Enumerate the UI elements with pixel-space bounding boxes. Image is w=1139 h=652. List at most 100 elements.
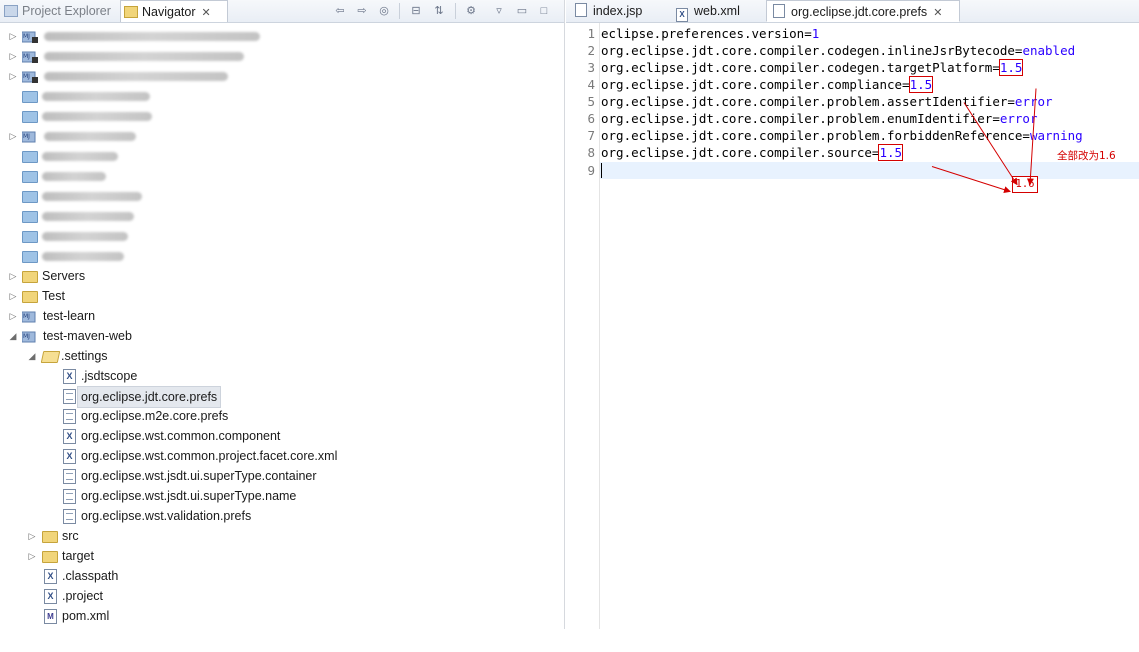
tab-project-explorer[interactable]: Project Explorer xyxy=(4,0,111,22)
tree-item-label: Servers xyxy=(42,269,86,283)
property-value: error xyxy=(999,111,1038,126)
property-key: org.eclipse.jdt.core.compiler.compliance… xyxy=(601,77,910,92)
xml-file-icon: X xyxy=(44,589,57,604)
tree-item-test[interactable]: ▷ Test xyxy=(8,286,308,306)
toolbar-divider xyxy=(399,3,400,19)
tree-item-file[interactable]: org.eclipse.wst.jsdt.ui.superType.name xyxy=(62,486,382,506)
minimize-icon[interactable]: ▭ xyxy=(514,4,530,18)
link-with-editor-icon[interactable]: ⇅ xyxy=(431,4,447,18)
tab-index-jsp[interactable]: index.jsp xyxy=(569,0,667,22)
tree-item-folder[interactable] xyxy=(8,106,308,126)
tree-item-file[interactable]: X org.eclipse.wst.common.project.facet.c… xyxy=(62,446,382,466)
property-key: org.eclipse.jdt.core.compiler.source= xyxy=(601,145,880,160)
view-menu-icon[interactable]: ▿ xyxy=(491,4,507,18)
tree-item-project[interactable]: ▷ MJ xyxy=(8,46,308,66)
view-tab-bar: Project Explorer Navigator ✕ ⇦ ⇨ ◎ ⊟ ⇅ ⚙ … xyxy=(0,0,564,23)
property-value: 1 xyxy=(811,26,820,41)
tree-item-test-maven-web[interactable]: ◢ MJ test-maven-web xyxy=(8,326,308,346)
tree-item-file[interactable]: X .classpath xyxy=(43,566,343,586)
chevron-right-icon[interactable]: ▷ xyxy=(8,266,18,286)
chevron-right-icon[interactable]: ▷ xyxy=(8,46,18,66)
back-icon[interactable]: ⇦ xyxy=(332,4,348,18)
highlighted-value: 1.5 xyxy=(908,76,934,93)
tree-item-file[interactable]: org.eclipse.wst.validation.prefs xyxy=(62,506,382,526)
tree-item-file[interactable]: X .project xyxy=(43,586,343,606)
code-line: org.eclipse.jdt.core.compiler.problem.fo… xyxy=(601,127,1083,144)
tree-item-file[interactable]: X org.eclipse.wst.common.component xyxy=(62,426,382,446)
tree-item-file[interactable]: org.eclipse.m2e.core.prefs xyxy=(62,406,362,426)
annotation-note: 全部改为1.6 xyxy=(1057,150,1116,162)
tree-item-target[interactable]: ▷ target xyxy=(27,546,327,566)
chevron-right-icon[interactable]: ▷ xyxy=(8,66,18,86)
chevron-right-icon[interactable]: ▷ xyxy=(8,126,18,146)
tree-item-label: org.eclipse.wst.validation.prefs xyxy=(81,509,252,523)
property-value: enabled xyxy=(1022,43,1076,58)
svg-text:MJ: MJ xyxy=(23,73,30,80)
blurred-label xyxy=(42,172,106,181)
tree-item-folder[interactable] xyxy=(8,206,308,226)
text-editor[interactable]: 1 2 3 4 5 6 7 8 9 eclipse.preferences.ve… xyxy=(566,23,1139,629)
tree-item-label: .classpath xyxy=(62,569,119,583)
tab-jdt-core-prefs[interactable]: org.eclipse.jdt.core.prefs ✕ xyxy=(766,0,960,22)
chevron-down-icon[interactable]: ◢ xyxy=(8,326,18,346)
tree-item-file[interactable]: M pom.xml xyxy=(43,606,343,626)
svg-text:MJ: MJ xyxy=(23,333,30,340)
text-file-icon xyxy=(63,509,76,524)
tab-navigator[interactable]: Navigator ✕ xyxy=(120,0,228,22)
chevron-right-icon[interactable]: ▷ xyxy=(8,286,18,306)
tree-item-project[interactable]: ▷ MJ xyxy=(8,26,308,46)
maximize-icon[interactable]: □ xyxy=(536,4,552,18)
tree-item-test-learn[interactable]: ▷ MJ test-learn xyxy=(8,306,308,326)
tab-web-xml[interactable]: Xweb.xml xyxy=(670,0,765,22)
tree-item-file[interactable]: X .jsdtscope xyxy=(62,366,362,386)
folder-icon xyxy=(22,291,38,303)
property-value: warning xyxy=(1029,128,1083,143)
tree-item-project[interactable]: ▷ MJ xyxy=(8,66,308,86)
go-up-icon[interactable]: ◎ xyxy=(376,4,392,18)
filters-icon[interactable]: ⚙ xyxy=(463,4,479,18)
tree-item-label: test-learn xyxy=(43,309,96,323)
tree-item-project[interactable]: ▷ MJ xyxy=(8,126,308,146)
java-project-icon: MJ xyxy=(21,129,38,143)
editor-panel: index.jsp Xweb.xml org.eclipse.jdt.core.… xyxy=(566,0,1139,629)
tree-item-label: .settings xyxy=(61,349,108,363)
line-number: 2 xyxy=(587,43,595,58)
chevron-down-icon[interactable]: ◢ xyxy=(27,346,37,366)
tab-label: org.eclipse.jdt.core.prefs xyxy=(791,5,928,19)
chevron-right-icon[interactable]: ▷ xyxy=(27,546,37,566)
tree-item-folder[interactable] xyxy=(8,226,308,246)
tree-item-settings[interactable]: ◢ .settings xyxy=(27,346,327,366)
property-key: org.eclipse.jdt.core.compiler.problem.fo… xyxy=(601,128,1030,143)
close-icon[interactable]: ✕ xyxy=(202,7,211,19)
tree-item-file-selected[interactable]: org.eclipse.jdt.core.prefs xyxy=(62,386,362,408)
java-project-icon: MJ xyxy=(21,329,38,343)
tree-item-label: org.eclipse.wst.common.component xyxy=(81,429,281,443)
tree-item-servers[interactable]: ▷ Servers xyxy=(8,266,308,286)
highlighted-value: 1.5 xyxy=(878,144,904,161)
svg-text:MJ: MJ xyxy=(23,313,30,320)
chevron-right-icon[interactable]: ▷ xyxy=(27,526,37,546)
forward-icon[interactable]: ⇨ xyxy=(354,4,370,18)
tree-item-folder[interactable] xyxy=(8,86,308,106)
blurred-label xyxy=(44,132,136,141)
text-file-icon xyxy=(63,389,76,404)
close-icon[interactable]: ✕ xyxy=(933,7,942,19)
tree-item-folder[interactable] xyxy=(8,146,308,166)
chevron-right-icon[interactable]: ▷ xyxy=(8,26,18,46)
blurred-label xyxy=(42,192,142,201)
tree-item-label: org.eclipse.wst.jsdt.ui.superType.name xyxy=(81,489,297,503)
tree-item-label: org.eclipse.wst.common.project.facet.cor… xyxy=(81,449,338,463)
folder-icon xyxy=(22,191,38,203)
tree-item-folder[interactable] xyxy=(8,246,308,266)
text-file-icon xyxy=(63,409,76,424)
line-number: 4 xyxy=(587,77,595,92)
blurred-label xyxy=(42,232,128,241)
tree-item-folder[interactable] xyxy=(8,186,308,206)
chevron-right-icon[interactable]: ▷ xyxy=(8,306,18,326)
collapse-all-icon[interactable]: ⊟ xyxy=(408,4,424,18)
svg-text:MJ: MJ xyxy=(23,53,30,60)
tree-item-file[interactable]: org.eclipse.wst.jsdt.ui.superType.contai… xyxy=(62,466,382,486)
line-number: 1 xyxy=(587,26,595,41)
tree-item-src[interactable]: ▷ src xyxy=(27,526,327,546)
tree-item-folder[interactable] xyxy=(8,166,308,186)
